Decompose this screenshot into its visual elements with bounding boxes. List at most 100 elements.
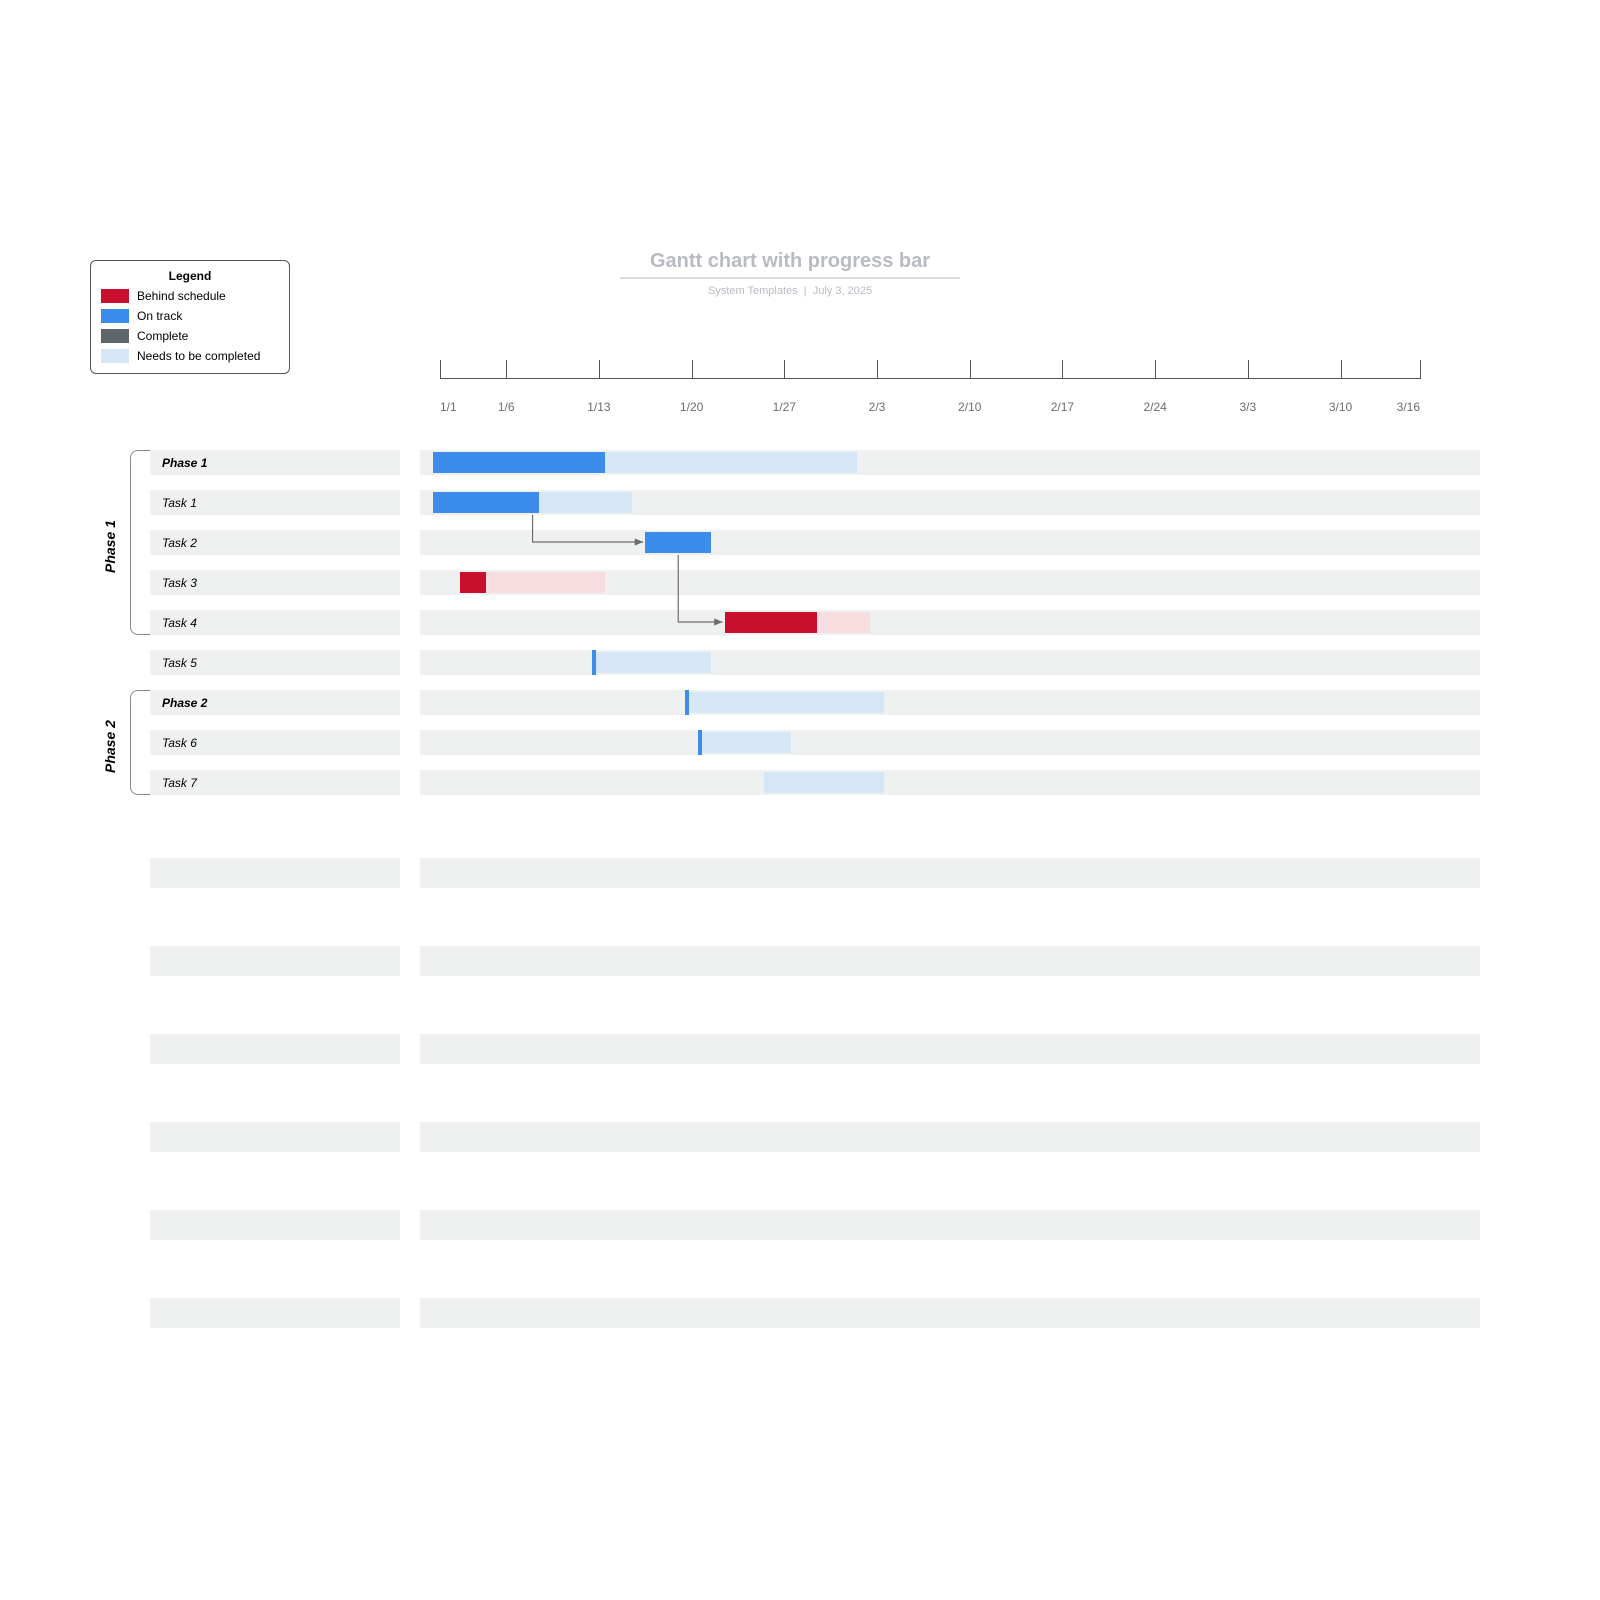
axis-tick <box>1341 360 1342 379</box>
axis-tick-label: 1/13 <box>587 400 610 414</box>
empty-label-cell[interactable] <box>150 1210 400 1240</box>
gantt-row[interactable]: Task 1 <box>150 490 1480 530</box>
legend-box: Legend Behind schedule On track Complete… <box>90 260 290 374</box>
subtitle-author: System Templates <box>708 285 798 297</box>
axis-tick <box>1248 360 1249 379</box>
axis-tick-label: 2/17 <box>1051 400 1074 414</box>
axis-tick <box>877 360 878 379</box>
legend-label: Behind schedule <box>137 289 226 303</box>
legend-swatch-ontrack <box>101 309 129 323</box>
axis-tick-label: 2/24 <box>1143 400 1166 414</box>
phase-group-label: Phase 1 <box>102 520 118 573</box>
task-label[interactable]: Phase 1 <box>150 450 400 475</box>
empty-label-cell[interactable] <box>150 1034 400 1064</box>
legend-swatch-complete <box>101 329 129 343</box>
axis-tick-label: 3/3 <box>1239 400 1256 414</box>
task-bar-remaining[interactable] <box>592 652 711 673</box>
gantt-row[interactable]: Task 4 <box>150 610 1480 650</box>
axis-tick-label: 2/3 <box>869 400 886 414</box>
task-bar-progress[interactable] <box>725 612 818 633</box>
empty-label-cell[interactable] <box>150 858 400 888</box>
axis-tick-label: 1/1 <box>440 400 457 414</box>
legend-swatch-needs <box>101 349 129 363</box>
axis-tick-label: 1/20 <box>680 400 703 414</box>
chart-title: Gantt chart with progress bar <box>620 250 960 279</box>
task-bar-tick[interactable] <box>592 650 596 675</box>
legend-label: On track <box>137 309 182 323</box>
task-bar-progress[interactable] <box>645 532 711 553</box>
task-label[interactable]: Task 2 <box>150 530 400 555</box>
task-label[interactable]: Phase 2 <box>150 690 400 715</box>
legend-label: Complete <box>137 329 188 343</box>
task-bar-remaining[interactable] <box>764 772 883 793</box>
task-bar-remaining[interactable] <box>698 732 791 753</box>
axis-tick <box>784 360 785 379</box>
legend-item: Behind schedule <box>101 289 279 303</box>
gantt-row[interactable]: Task 6 <box>150 730 1480 770</box>
empty-row[interactable] <box>150 1298 1480 1338</box>
gantt-row[interactable]: Task 7 <box>150 770 1480 810</box>
axis-tick-label: 1/27 <box>773 400 796 414</box>
empty-row[interactable] <box>150 1034 1480 1074</box>
task-bar-cell[interactable] <box>420 690 1480 715</box>
empty-row[interactable] <box>150 1122 1480 1162</box>
phase-bracket <box>130 690 150 795</box>
task-bar-cell[interactable] <box>420 530 1480 555</box>
empty-row[interactable] <box>150 858 1480 898</box>
task-bar-progress[interactable] <box>433 492 539 513</box>
axis-tick <box>599 360 600 379</box>
empty-label-cell[interactable] <box>150 1122 400 1152</box>
task-label[interactable]: Task 4 <box>150 610 400 635</box>
axis-tick <box>1062 360 1063 379</box>
task-bar-progress[interactable] <box>433 452 605 473</box>
gantt-row[interactable]: Task 5 <box>150 650 1480 690</box>
task-label[interactable]: Task 6 <box>150 730 400 755</box>
axis-tick-label: 3/16 <box>1397 400 1420 414</box>
axis-tick <box>692 360 693 379</box>
legend-swatch-behind <box>101 289 129 303</box>
gantt-row[interactable]: Task 2 <box>150 530 1480 570</box>
legend-label: Needs to be completed <box>137 349 260 363</box>
gantt-row[interactable]: Task 3 <box>150 570 1480 610</box>
task-bar-cell[interactable] <box>420 610 1480 635</box>
legend-item: On track <box>101 309 279 323</box>
axis-tick <box>506 360 507 379</box>
task-bar-progress[interactable] <box>460 572 486 593</box>
subtitle-date: July 3, 2025 <box>813 285 872 297</box>
task-bar-tick[interactable] <box>685 690 689 715</box>
empty-label-cell[interactable] <box>150 1298 400 1328</box>
task-label[interactable]: Task 1 <box>150 490 400 515</box>
phase-bracket <box>130 450 150 635</box>
chart-title-block: Gantt chart with progress bar System Tem… <box>620 250 960 297</box>
task-label[interactable]: Task 3 <box>150 570 400 595</box>
task-bar-cell[interactable] <box>420 490 1480 515</box>
task-bar-tick[interactable] <box>698 730 702 755</box>
empty-bar-cell[interactable] <box>420 946 1480 976</box>
empty-row[interactable] <box>150 1210 1480 1250</box>
empty-bar-cell[interactable] <box>420 1210 1480 1240</box>
legend-title: Legend <box>101 269 279 283</box>
axis-tick <box>440 360 441 379</box>
subtitle-sep: | <box>801 285 813 297</box>
axis-tick-label: 3/10 <box>1329 400 1352 414</box>
axis-tick <box>1420 360 1421 379</box>
empty-bar-cell[interactable] <box>420 1122 1480 1152</box>
axis-tick <box>1155 360 1156 379</box>
task-bar-cell[interactable] <box>420 770 1480 795</box>
gantt-row[interactable]: Phase 1 <box>150 450 1480 490</box>
empty-bar-cell[interactable] <box>420 1034 1480 1064</box>
task-bar-remaining[interactable] <box>685 692 884 713</box>
empty-row[interactable] <box>150 946 1480 986</box>
task-bar-cell[interactable] <box>420 730 1480 755</box>
task-bar-cell[interactable] <box>420 450 1480 475</box>
task-label[interactable]: Task 5 <box>150 650 400 675</box>
empty-bar-cell[interactable] <box>420 858 1480 888</box>
empty-label-cell[interactable] <box>150 946 400 976</box>
gantt-row[interactable]: Phase 2 <box>150 690 1480 730</box>
empty-bar-cell[interactable] <box>420 1298 1480 1328</box>
task-label[interactable]: Task 7 <box>150 770 400 795</box>
axis-tick <box>970 360 971 379</box>
task-bar-cell[interactable] <box>420 650 1480 675</box>
task-bar-cell[interactable] <box>420 570 1480 595</box>
chart-subtitle: System Templates | July 3, 2025 <box>620 285 960 297</box>
